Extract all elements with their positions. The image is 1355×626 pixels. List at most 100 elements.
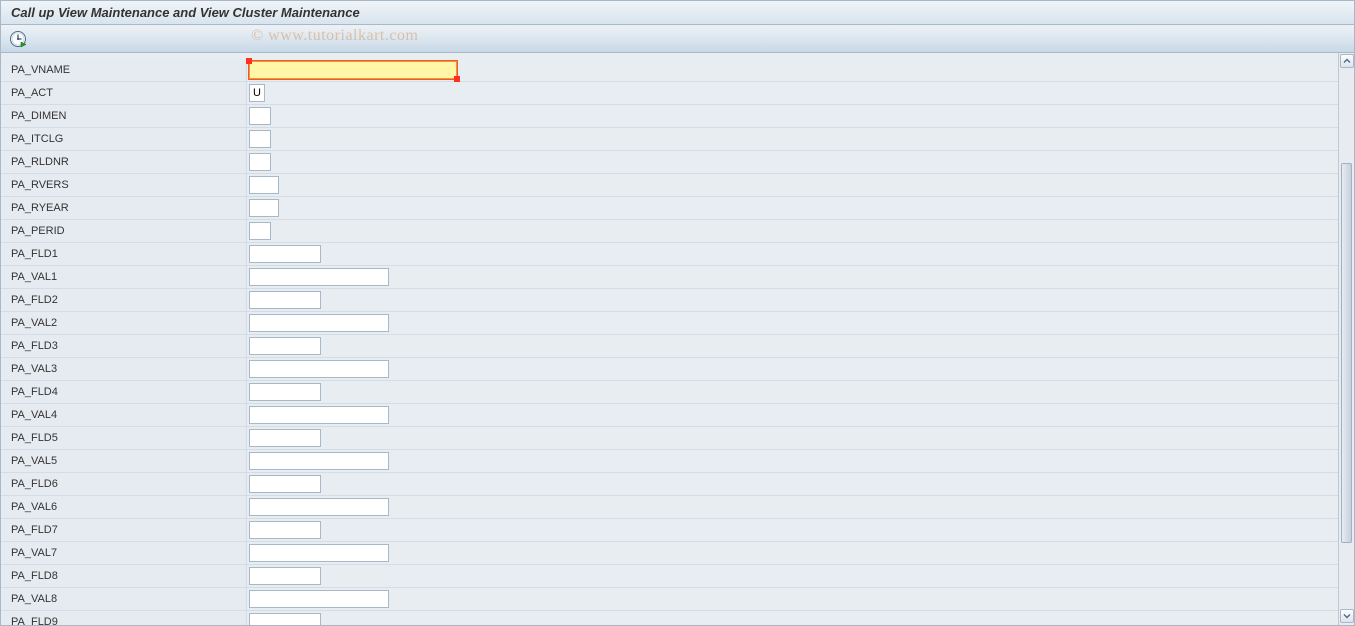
field-label: PA_DIMEN [1,105,247,127]
pa-vname-input[interactable] [249,61,457,79]
pa-val4-input[interactable] [249,406,389,424]
input-cell [247,473,1338,495]
form-row: PA_VNAME [1,59,1338,82]
input-cell [247,220,1338,242]
vertical-scrollbar[interactable] [1338,53,1354,625]
pa-val1-input[interactable] [249,268,389,286]
input-wrap [249,406,389,424]
input-cell [247,82,1338,104]
pa-rvers-input[interactable] [249,176,279,194]
input-cell [247,611,1338,625]
field-label: PA_ITCLG [1,128,247,150]
input-wrap [249,452,389,470]
pa-fld6-input[interactable] [249,475,321,493]
field-label: PA_RVERS [1,174,247,196]
pa-val2-input[interactable] [249,314,389,332]
scroll-down-button[interactable] [1340,609,1354,623]
input-wrap [249,590,389,608]
pa-ryear-input[interactable] [249,199,279,217]
pa-fld9-input[interactable] [249,613,321,625]
pa-fld2-input[interactable] [249,291,321,309]
form-row: PA_FLD6 [1,473,1338,496]
input-wrap [249,222,271,240]
input-cell [247,588,1338,610]
form-row: PA_PERID [1,220,1338,243]
field-label: PA_VAL6 [1,496,247,518]
form-row: PA_FLD9 [1,611,1338,625]
pa-itclg-input[interactable] [249,130,271,148]
scroll-up-button[interactable] [1340,54,1354,68]
input-cell [247,450,1338,472]
pa-dimen-input[interactable] [249,107,271,125]
chevron-up-icon [1343,57,1351,65]
pa-val6-input[interactable] [249,498,389,516]
field-label: PA_RLDNR [1,151,247,173]
form-row: PA_VAL6 [1,496,1338,519]
form-row: PA_VAL4 [1,404,1338,427]
form-row: PA_FLD5 [1,427,1338,450]
input-wrap [249,268,389,286]
form-row: PA_VAL7 [1,542,1338,565]
form-row: PA_RYEAR [1,197,1338,220]
watermark-text: © www.tutorialkart.com [251,27,418,45]
input-cell [247,289,1338,311]
input-wrap [249,567,321,585]
input-wrap [249,84,265,102]
pa-fld8-input[interactable] [249,567,321,585]
pa-rldnr-input[interactable] [249,153,271,171]
form-row: PA_VAL5 [1,450,1338,473]
chevron-down-icon [1343,612,1351,620]
required-marker-icon [454,76,460,82]
field-label: PA_FLD7 [1,519,247,541]
input-wrap [249,61,457,79]
pa-fld5-input[interactable] [249,429,321,447]
pa-fld4-input[interactable] [249,383,321,401]
pa-perid-input[interactable] [249,222,271,240]
input-cell [247,312,1338,334]
scroll-thumb[interactable] [1341,163,1352,543]
pa-val5-input[interactable] [249,452,389,470]
field-label: PA_FLD9 [1,611,247,625]
field-label: PA_VAL4 [1,404,247,426]
pa-val7-input[interactable] [249,544,389,562]
pa-fld1-input[interactable] [249,245,321,263]
pa-fld3-input[interactable] [249,337,321,355]
input-wrap [249,383,321,401]
field-label: PA_VAL3 [1,358,247,380]
field-label: PA_VNAME [1,59,247,81]
input-wrap [249,521,321,539]
pa-fld7-input[interactable] [249,521,321,539]
form-row: PA_FLD2 [1,289,1338,312]
execute-button[interactable] [9,30,27,48]
input-wrap [249,429,321,447]
pa-val3-input[interactable] [249,360,389,378]
field-label: PA_FLD5 [1,427,247,449]
form-area: PA_VNAMEPA_ACTPA_DIMENPA_ITCLGPA_RLDNRPA… [1,53,1338,625]
input-cell [247,542,1338,564]
input-cell [247,519,1338,541]
form-row: PA_FLD7 [1,519,1338,542]
field-label: PA_FLD3 [1,335,247,357]
input-cell [247,565,1338,587]
pa-val8-input[interactable] [249,590,389,608]
form-row: PA_ITCLG [1,128,1338,151]
form-row: PA_FLD8 [1,565,1338,588]
input-wrap [249,153,271,171]
input-cell [247,105,1338,127]
form-row: PA_ACT [1,82,1338,105]
input-cell [247,243,1338,265]
field-label: PA_ACT [1,82,247,104]
title-bar: Call up View Maintenance and View Cluste… [1,1,1354,25]
input-cell [247,266,1338,288]
input-cell [247,151,1338,173]
field-label: PA_PERID [1,220,247,242]
input-cell [247,427,1338,449]
pa-act-input[interactable] [249,84,265,102]
input-wrap [249,360,389,378]
form-row: PA_DIMEN [1,105,1338,128]
input-wrap [249,199,279,217]
field-label: PA_FLD6 [1,473,247,495]
input-cell [247,335,1338,357]
input-wrap [249,176,279,194]
form-row: PA_FLD1 [1,243,1338,266]
